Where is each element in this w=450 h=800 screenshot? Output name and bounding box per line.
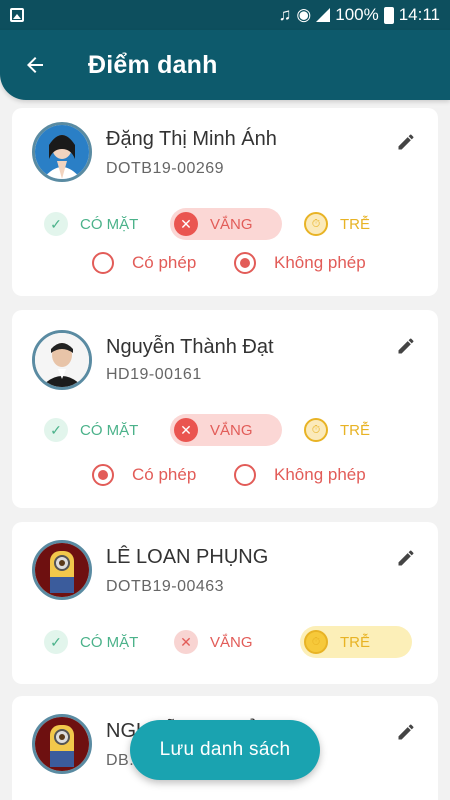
- student-list[interactable]: Đặng Thị Minh Ánh DOTB19-00269 ✓ CÓ MẶT ✕…: [0, 100, 450, 800]
- avatar-photo: [35, 333, 89, 387]
- timer-icon: ⏱: [304, 418, 328, 442]
- student-name: Nguyễn Thành Đạt: [106, 336, 274, 358]
- absent-option[interactable]: ✕ VẮNG: [170, 414, 282, 446]
- excused-radio[interactable]: Có phép: [92, 464, 196, 486]
- absent-option[interactable]: ✕ VẮNG: [170, 626, 282, 658]
- student-code: DOTB19-00269: [106, 160, 225, 177]
- app-bar: Điểm danh: [0, 30, 450, 100]
- radio-circle-checked: [234, 252, 256, 274]
- signal-icon: [316, 8, 331, 22]
- student-code: DOTB19-00463: [106, 578, 225, 595]
- late-option[interactable]: ⏱ TRỄ: [300, 414, 412, 446]
- check-icon: ✓: [44, 418, 68, 442]
- student-card: LÊ LOAN PHỤNG DOTB19-00463 ✓ CÓ MẶT ✕ VẮNG…: [12, 522, 438, 684]
- avatar: [32, 540, 92, 600]
- student-card: Nguyễn Thành Đạt HD19-00161 ✓ CÓ MẶT ✕ VẮN…: [12, 310, 438, 508]
- avatar-photo: [35, 717, 89, 771]
- status-row: ✓ CÓ MẶT ✕ VẮNG ⏱ TRỄ: [12, 626, 438, 658]
- present-option[interactable]: ✓ CÓ MẶT: [40, 414, 160, 446]
- gallery-icon: [10, 8, 24, 22]
- student-name: Đặng Thị Minh Ánh: [106, 128, 277, 150]
- arrow-left-icon: [27, 57, 43, 73]
- close-icon: ✕: [174, 418, 198, 442]
- late-option[interactable]: ⏱ TRỄ: [300, 626, 412, 658]
- radio-circle: [234, 464, 256, 486]
- student-card: Đặng Thị Minh Ánh DOTB19-00269 ✓ CÓ MẶT ✕…: [12, 108, 438, 296]
- mute-icon: ♫: [278, 5, 292, 24]
- back-button[interactable]: [0, 30, 70, 100]
- edit-icon[interactable]: [396, 336, 416, 356]
- present-option[interactable]: ✓ CÓ MẶT: [40, 626, 160, 658]
- edit-icon[interactable]: [396, 132, 416, 152]
- status-row: ✓ CÓ MẶT ✕ VẮNG ⏱ TRỄ: [12, 208, 438, 240]
- battery-icon: [383, 6, 394, 24]
- absent-option[interactable]: ✕ VẮNG: [170, 208, 282, 240]
- timer-icon: ⏱: [304, 212, 328, 236]
- avatar-photo: [35, 543, 89, 597]
- excused-radio[interactable]: Có phép: [92, 252, 196, 274]
- close-icon: ✕: [174, 212, 198, 236]
- page-title: Điểm danh: [88, 50, 218, 79]
- check-icon: ✓: [44, 630, 68, 654]
- edit-icon[interactable]: [396, 722, 416, 742]
- timer-icon: ⏱: [304, 630, 328, 654]
- student-name: LÊ LOAN PHỤNG: [106, 546, 269, 568]
- close-icon: ✕: [174, 630, 198, 654]
- edit-icon[interactable]: [396, 548, 416, 568]
- avatar: [32, 330, 92, 390]
- status-bar: ♫ ◉ 100% 14:11: [0, 0, 450, 30]
- avatar-photo: [35, 125, 89, 179]
- radio-circle-checked: [92, 464, 114, 486]
- battery-percent: 100%: [335, 5, 379, 24]
- unexcused-radio[interactable]: Không phép: [234, 252, 366, 274]
- student-code: HD19-00161: [106, 366, 202, 383]
- unexcused-radio[interactable]: Không phép: [234, 464, 366, 486]
- wifi-icon: ◉: [296, 5, 312, 24]
- clock: 14:11: [398, 5, 440, 24]
- late-option[interactable]: ⏱ TRỄ: [300, 208, 412, 240]
- check-icon: ✓: [44, 212, 68, 236]
- avatar: [32, 714, 92, 774]
- status-row: ✓ CÓ MẶT ✕ VẮNG ⏱ TRỄ: [12, 414, 438, 446]
- present-option[interactable]: ✓ CÓ MẶT: [40, 208, 160, 240]
- reason-row: Có phép Không phép: [12, 252, 438, 280]
- avatar: [32, 122, 92, 182]
- reason-row: Có phép Không phép: [12, 464, 438, 492]
- save-list-button[interactable]: Lưu danh sách: [130, 720, 320, 780]
- radio-circle: [92, 252, 114, 274]
